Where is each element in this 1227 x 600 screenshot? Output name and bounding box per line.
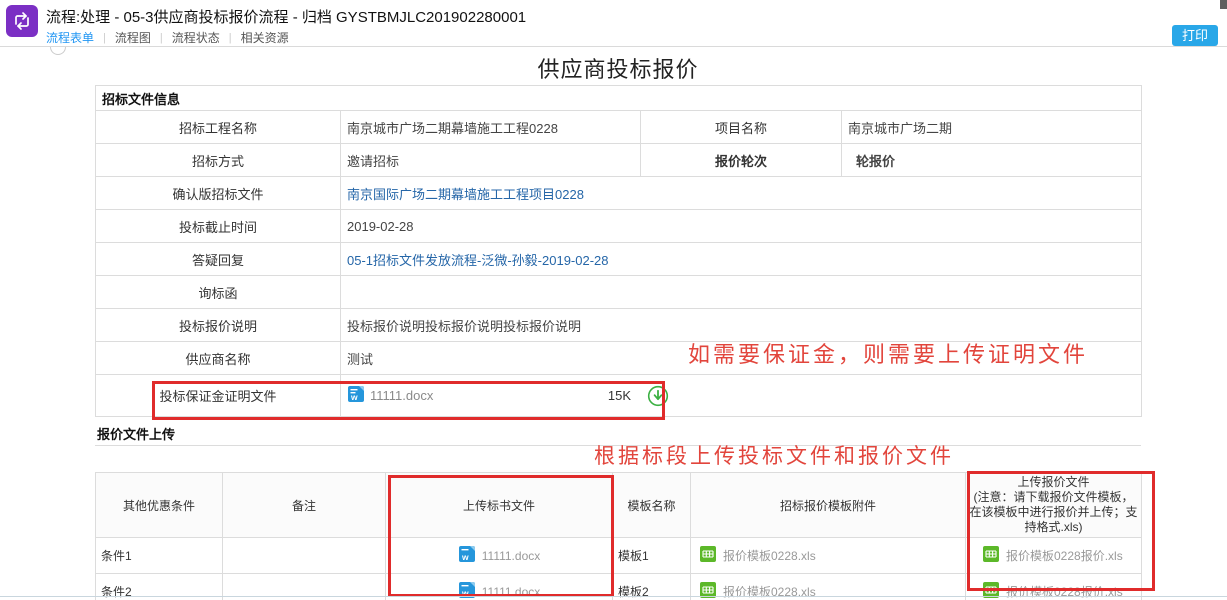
tab-separator: | — [160, 32, 163, 44]
vertical-scrollbar-thumb[interactable] — [1220, 0, 1227, 9]
header-divider — [0, 46, 1227, 47]
label-project-name: 招标工程名称 — [96, 111, 341, 144]
tab-related-resources[interactable]: 相关资源 — [241, 29, 289, 46]
col-header-upload-bid-file: 上传标书文件 — [386, 473, 613, 538]
label-supplier-name: 供应商名称 — [96, 342, 341, 375]
quote-file: 报价模板0228报价.xls — [966, 581, 1141, 600]
label-inquiry-letter: 询标函 — [96, 276, 341, 309]
deposit-file-name[interactable]: 11111.docx — [370, 388, 433, 403]
label-bid-method: 招标方式 — [96, 144, 341, 177]
value-inquiry-letter — [341, 276, 1142, 309]
section-title-bid-info: 招标文件信息 — [96, 86, 1142, 111]
label-bid-deadline: 投标截止时间 — [96, 210, 341, 243]
download-icon[interactable] — [647, 385, 669, 407]
workflow-icon — [6, 5, 38, 37]
tab-separator: | — [103, 32, 106, 44]
bid-file: w 11111.docx — [386, 545, 612, 566]
col-header-template-attachment: 招标报价模板附件 — [691, 473, 966, 538]
svg-text:w: w — [461, 552, 469, 562]
label-quote-description: 投标报价说明 — [96, 309, 341, 342]
label-deposit-proof-file: 投标保证金证明文件 — [96, 375, 341, 417]
upload-quote-file-note: (注意：请下载报价文件模板，在该模板中进行报价并上传；支持格式.xls) — [969, 490, 1138, 535]
print-button[interactable]: 打印 — [1172, 25, 1218, 46]
word-file-icon: w — [458, 545, 476, 566]
col-header-remark: 备注 — [223, 473, 386, 538]
svg-text:w: w — [350, 392, 358, 402]
deposit-proof-file: w 11111.docx 15K — [347, 385, 669, 407]
template-file-name[interactable]: 报价模板0228.xls — [723, 583, 816, 600]
template-file: 报价模板0228.xls — [691, 545, 965, 566]
label-confirmed-bid-file: 确认版招标文件 — [96, 177, 341, 210]
quote-file-name[interactable]: 报价模板0228报价.xls — [1006, 583, 1123, 600]
word-file-icon: w — [458, 581, 476, 600]
value-bid-method: 邀请招标 — [341, 144, 641, 177]
qa-reply-link[interactable]: 05-1招标文件发放流程-泛微-孙毅-2019-02-28 — [347, 253, 609, 268]
upload-quote-file-title: 上传报价文件 — [969, 475, 1138, 490]
deposit-file-size: 15K — [608, 388, 631, 403]
deposit-annotation: 如需要保证金，则需要上传证明文件 — [688, 337, 1088, 369]
table-row: 条件1 w 11111.docx 模板1 — [96, 538, 1142, 574]
col-header-upload-quote-file: 上传报价文件 (注意：请下载报价文件模板，在该模板中进行报价并上传；支持格式.x… — [966, 473, 1142, 538]
label-qa-reply: 答疑回复 — [96, 243, 341, 276]
bottom-divider — [0, 596, 1227, 597]
bid-file-name[interactable]: 11111.docx — [482, 549, 541, 563]
word-file-icon: w — [347, 385, 365, 406]
cell-remark — [223, 538, 386, 574]
top-bar: 流程:处理 - 05-3供应商投标报价流程 - 归档 GYSTBMJLC2019… — [0, 0, 1227, 46]
excel-file-icon — [699, 545, 717, 566]
excel-file-icon — [982, 581, 1000, 600]
value-quote-round: 轮报价 — [842, 144, 1142, 177]
quote-file-name[interactable]: 报价模板0228报价.xls — [1006, 547, 1123, 564]
cell-condition: 条件1 — [96, 538, 223, 574]
excel-file-icon — [699, 581, 717, 600]
tab-process-chart[interactable]: 流程图 — [115, 29, 151, 46]
confirmed-bid-file-link[interactable]: 南京国际广场二期幕墙施工工程项目0228 — [347, 187, 584, 202]
form-title: 供应商投标报价 — [95, 52, 1141, 84]
page-title: 流程:处理 - 05-3供应商投标报价流程 - 归档 GYSTBMJLC2019… — [46, 6, 526, 27]
col-header-other-conditions: 其他优惠条件 — [96, 473, 223, 538]
template-file: 报价模板0228.xls — [691, 581, 965, 600]
excel-file-icon — [982, 545, 1000, 566]
value-bid-deadline: 2019-02-28 — [341, 210, 1142, 243]
tab-process-status[interactable]: 流程状态 — [172, 29, 220, 46]
tab-bar: 流程表单 | 流程图 | 流程状态 | 相关资源 — [46, 29, 289, 46]
tab-separator: | — [229, 32, 232, 44]
bid-file: w 11111.docx — [386, 581, 612, 600]
template-file-name[interactable]: 报价模板0228.xls — [723, 547, 816, 564]
quote-upload-table: 其他优惠条件 备注 上传标书文件 模板名称 招标报价模板附件 上传报价文件 (注… — [95, 472, 1142, 600]
tab-process-form[interactable]: 流程表单 — [46, 29, 94, 46]
cell-template-name: 模板1 — [613, 538, 691, 574]
upload-annotation: 根据标段上传投标文件和报价文件 — [594, 440, 954, 470]
collapse-handle[interactable] — [50, 47, 66, 55]
window: 流程:处理 - 05-3供应商投标报价流程 - 归档 GYSTBMJLC2019… — [0, 0, 1227, 600]
value-project-name: 南京城市广场二期幕墙施工工程0228 — [341, 111, 641, 144]
value-project-title: 南京城市广场二期 — [842, 111, 1142, 144]
col-header-template-name: 模板名称 — [613, 473, 691, 538]
quote-file: 报价模板0228报价.xls — [966, 545, 1141, 566]
label-project-title: 项目名称 — [641, 111, 842, 144]
label-quote-round: 报价轮次 — [641, 144, 842, 177]
